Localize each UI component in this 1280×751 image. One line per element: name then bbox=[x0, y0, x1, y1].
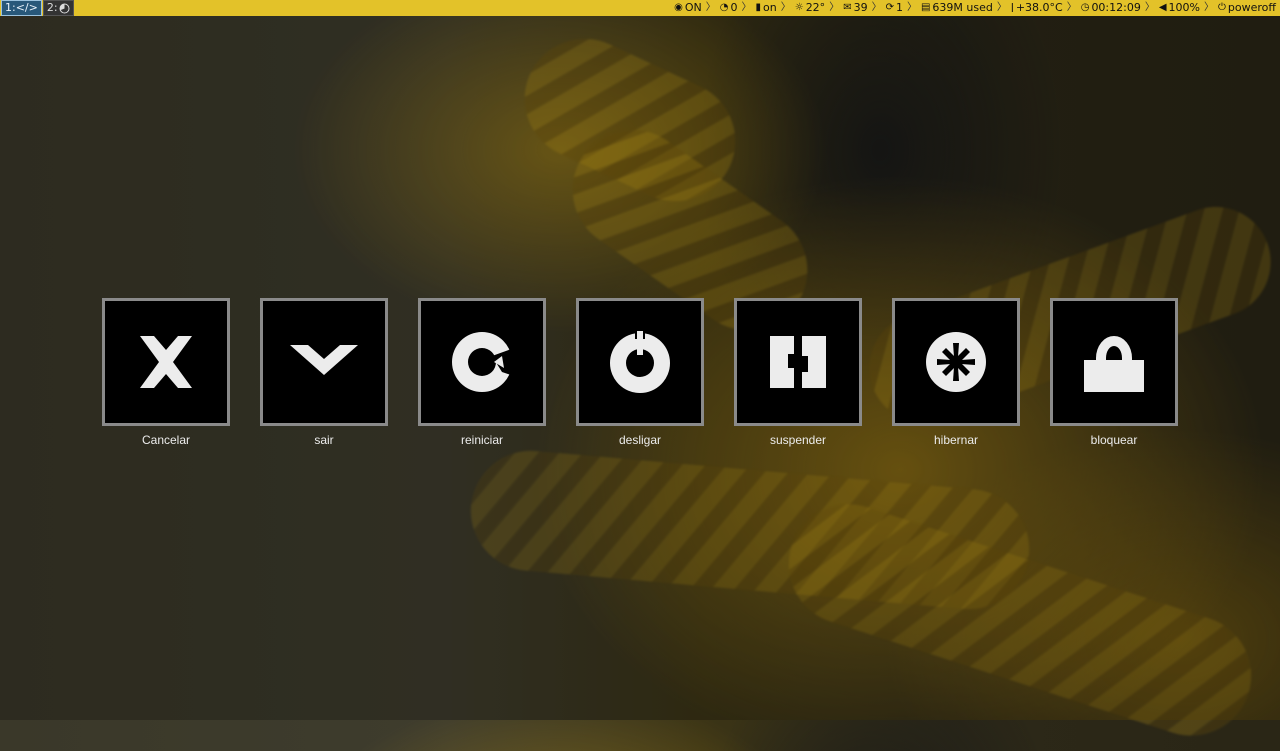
shutdown-label: desligar bbox=[618, 433, 662, 447]
github-status[interactable]: ◔ 0 bbox=[720, 0, 738, 16]
action-shutdown: desligar bbox=[576, 298, 704, 448]
refresh-icon: ⟳ bbox=[885, 2, 894, 13]
firefox-icon bbox=[59, 3, 70, 13]
action-hibernate: hibernar bbox=[892, 298, 1020, 448]
workspace-1[interactable]: 1:</> bbox=[1, 0, 42, 16]
logout-icon bbox=[290, 345, 358, 375]
thermometer-icon: ǀ bbox=[1010, 2, 1014, 13]
restart-label: reiniciar bbox=[460, 433, 503, 447]
action-cancel: Cancelar bbox=[102, 298, 230, 448]
action-suspend: suspender bbox=[734, 298, 862, 448]
logout-button[interactable] bbox=[260, 298, 388, 426]
volume-icon: ◀ bbox=[1158, 2, 1167, 13]
cancel-icon bbox=[140, 336, 192, 388]
clock-icon: ◷ bbox=[1080, 2, 1090, 13]
mail-icon: ✉ bbox=[843, 2, 852, 13]
shutdown-icon bbox=[610, 329, 670, 393]
workspace-2[interactable]: 2: bbox=[42, 0, 74, 16]
power-icon: ⏻ bbox=[1218, 2, 1226, 13]
suspend-icon bbox=[770, 336, 826, 388]
workspace-1-label: 1:</> bbox=[5, 1, 38, 14]
updates-status[interactable]: ⟳ 1 bbox=[886, 0, 903, 16]
volume-status[interactable]: ◀ 100% bbox=[1159, 0, 1200, 16]
top-status-bar: 1:</> 2: ◉ ON 〉 ◔ 0 〉 ▮ on 〉 ☼ 22° 〉 ✉ 39 〉 ⟳… bbox=[0, 0, 1280, 16]
temperature-status[interactable]: ǀ +38.0°C bbox=[1011, 0, 1063, 16]
lock-label: bloquear bbox=[1090, 433, 1138, 447]
logout-label: sair bbox=[314, 433, 334, 447]
restart-icon bbox=[452, 332, 514, 392]
cancel-label: Cancelar bbox=[141, 433, 191, 447]
shield-icon: ▮ bbox=[755, 2, 762, 13]
action-restart: reiniciar bbox=[418, 298, 546, 448]
hibernate-icon bbox=[926, 332, 986, 392]
memory-status[interactable]: ▤ 639M used bbox=[921, 0, 993, 16]
shield-status[interactable]: ▮ on bbox=[756, 0, 777, 16]
suspend-label: suspender bbox=[769, 433, 827, 447]
hibernate-button[interactable] bbox=[892, 298, 1020, 426]
suspend-button[interactable] bbox=[734, 298, 862, 426]
shutdown-button[interactable] bbox=[576, 298, 704, 426]
workspace-2-label: 2: bbox=[46, 1, 58, 14]
mail-status[interactable]: ✉ 39 bbox=[843, 0, 867, 16]
status-area: ◉ ON 〉 ◔ 0 〉 ▮ on 〉 ☼ 22° 〉 ✉ 39 〉 ⟳ 1 〉 ▤ 639M… bbox=[674, 0, 1276, 16]
logout-actions: Cancelar sair reiniciar desligar suspend… bbox=[102, 298, 1178, 448]
github-icon: ◔ bbox=[719, 2, 729, 13]
hibernate-label: hibernar bbox=[933, 433, 979, 447]
vpn-status[interactable]: ◉ ON bbox=[674, 0, 702, 16]
lock-button[interactable] bbox=[1050, 298, 1178, 426]
globe-icon: ◉ bbox=[674, 2, 683, 13]
restart-button[interactable] bbox=[418, 298, 546, 426]
action-logout: sair bbox=[260, 298, 388, 448]
sun-icon: ☼ bbox=[794, 2, 804, 13]
lock-icon bbox=[1084, 336, 1144, 392]
action-lock: bloquear bbox=[1050, 298, 1178, 448]
clock-status[interactable]: ◷ 00:12:09 bbox=[1081, 0, 1141, 16]
poweroff-status[interactable]: ⏻ poweroff bbox=[1218, 0, 1276, 16]
weather-status[interactable]: ☼ 22° bbox=[795, 0, 825, 16]
memory-icon: ▤ bbox=[920, 2, 931, 13]
cancel-button[interactable] bbox=[102, 298, 230, 426]
